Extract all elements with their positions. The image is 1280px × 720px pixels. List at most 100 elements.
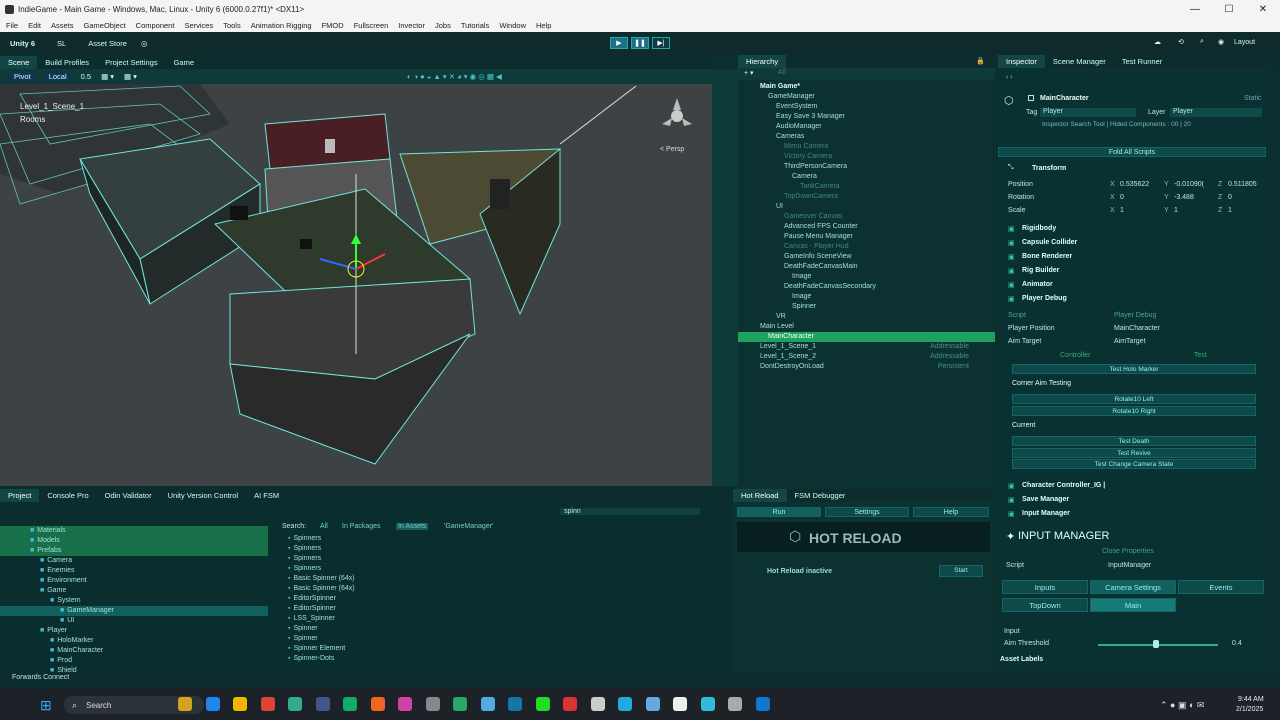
taskbar-app-icon[interactable]: [288, 697, 302, 711]
hierarchy-row[interactable]: Image: [738, 272, 995, 282]
taskbar-app-icon[interactable]: [233, 697, 247, 711]
controller-tab[interactable]: Controller: [1060, 352, 1090, 359]
taskbar-app-icon[interactable]: [755, 697, 770, 711]
hierarchy-row[interactable]: Gameover Canvas: [738, 212, 995, 222]
test-death-button[interactable]: Test Death: [1012, 436, 1256, 446]
project-folder[interactable]: ■ Game: [0, 586, 268, 596]
windows-start-icon[interactable]: ⊞: [40, 697, 52, 714]
tab-fsm-debugger[interactable]: FSM Debugger: [787, 489, 854, 502]
asset-labels[interactable]: Asset Labels: [1000, 656, 1043, 663]
project-folder[interactable]: ■ UI: [0, 616, 268, 626]
project-search-input[interactable]: spinn: [560, 508, 700, 515]
hierarchy-row[interactable]: Level_1_Scene_1 Addressable: [738, 342, 995, 352]
hierarchy-row[interactable]: Cameras: [738, 132, 995, 142]
project-file[interactable]: ▪ EditorSpinner: [288, 604, 708, 614]
back-icon[interactable]: ‹ ›: [1006, 74, 1013, 81]
project-file[interactable]: ▪ Spinners: [288, 544, 708, 554]
layer-dropdown[interactable]: Player: [1170, 108, 1262, 117]
project-file[interactable]: ▪ LSS_Spinner: [288, 614, 708, 624]
hierarchy-row[interactable]: GameManager: [738, 92, 995, 102]
asset-store-button[interactable]: Asset Store: [88, 39, 127, 48]
hot-reload-help-button[interactable]: Help: [913, 507, 989, 517]
input-manager-script-field[interactable]: InputManager: [1108, 562, 1151, 569]
transform-rz-field[interactable]: 0: [1228, 194, 1268, 201]
step-button[interactable]: ▶|: [652, 37, 670, 49]
minimize-button[interactable]: —: [1178, 0, 1212, 19]
taskbar-app-icon[interactable]: [645, 697, 660, 711]
menu-item-jobs[interactable]: Jobs: [435, 21, 451, 30]
maximize-button[interactable]: ☐: [1212, 0, 1246, 19]
component-header[interactable]: Bone Renderer: [1022, 253, 1072, 260]
taskbar-app-icon[interactable]: [425, 697, 440, 711]
tab-inputs[interactable]: Inputs: [1002, 580, 1088, 594]
component-header[interactable]: Player Debug: [1022, 295, 1067, 302]
project-file[interactable]: ▪ Basic Spinner (64x): [288, 584, 708, 594]
project-folder[interactable]: ■ Prefabs: [0, 546, 268, 556]
fold-all-scripts-button[interactable]: Fold All Scripts: [998, 147, 1266, 157]
tab-project-settings[interactable]: Project Settings: [97, 56, 166, 69]
tab-camera-settings[interactable]: Camera Settings: [1090, 580, 1176, 594]
menu-item-fullscreen[interactable]: Fullscreen: [354, 21, 389, 30]
hierarchy-row[interactable]: AudioManager: [738, 122, 995, 132]
script-field[interactable]: Player Debug: [1114, 312, 1156, 319]
aim-threshold-value[interactable]: 0.4: [1232, 640, 1242, 647]
taskbar-app-icon[interactable]: [453, 697, 467, 711]
hierarchy-row[interactable]: Advanced FPS Counter: [738, 222, 995, 232]
hierarchy-row[interactable]: Menu Camera: [738, 142, 995, 152]
project-folder[interactable]: ■ Player: [0, 626, 268, 636]
hierarchy-row[interactable]: EventSystem: [738, 102, 995, 112]
transform-sy-field[interactable]: 1: [1174, 207, 1214, 214]
hierarchy-row[interactable]: Easy Save 3 Manager: [738, 112, 995, 122]
tab-project[interactable]: Project: [0, 489, 40, 502]
menu-item-tools[interactable]: Tools: [223, 21, 241, 30]
transform-ry-field[interactable]: -3.488: [1174, 194, 1214, 201]
object-active-checkbox[interactable]: [1028, 95, 1038, 102]
project-folder[interactable]: ■ GameManager: [0, 606, 268, 616]
transform-header[interactable]: Transform: [1032, 165, 1066, 172]
player-position-field[interactable]: MainCharacter: [1114, 325, 1160, 332]
component-header[interactable]: Save Manager: [1022, 496, 1069, 503]
project-file[interactable]: ▪ Spinners: [288, 564, 708, 574]
transform-py-field[interactable]: -0.01090(: [1174, 181, 1214, 188]
close-properties-button[interactable]: Close Properties: [1102, 548, 1154, 555]
taskbar-app-icon[interactable]: [618, 697, 632, 711]
search-filter-0[interactable]: All: [320, 523, 328, 530]
unity-account-button[interactable]: Unity 6: [10, 39, 35, 48]
snap-value[interactable]: 0.5: [81, 72, 91, 81]
search-filter-3[interactable]: 'GameManager': [444, 523, 493, 530]
hot-reload-settings-button[interactable]: Settings: [825, 507, 909, 517]
menu-item-edit[interactable]: Edit: [28, 21, 41, 30]
taskbar-app-icon[interactable]: [260, 697, 275, 711]
test-tab[interactable]: Test: [1194, 352, 1207, 359]
add-icon[interactable]: + ▾: [744, 69, 754, 77]
local-dropdown[interactable]: Local: [44, 72, 71, 81]
project-file[interactable]: ▪ Spinner-Dots: [288, 654, 708, 664]
clock-date[interactable]: 2/1/2025: [1236, 706, 1263, 713]
project-file[interactable]: ▪ Spinner Element: [288, 644, 708, 654]
close-button[interactable]: ✕: [1246, 0, 1280, 19]
project-folder[interactable]: ■ Environment: [0, 576, 268, 586]
hierarchy-row[interactable]: Spinner: [738, 302, 995, 312]
test-holo-marker-button[interactable]: Test Holo Marker: [1012, 364, 1256, 374]
transform-sx-field[interactable]: 1: [1120, 207, 1160, 214]
hierarchy-row[interactable]: TankCamera: [738, 182, 995, 192]
grid-snap-icon[interactable]: ▦ ▾: [101, 72, 114, 81]
transform-rx-field[interactable]: 0: [1120, 194, 1160, 201]
hierarchy-row[interactable]: DeathFadeCanvasMain: [738, 262, 995, 272]
layers-icon[interactable]: ◉: [1218, 38, 1224, 46]
hierarchy-row[interactable]: ThirdPersonCamera: [738, 162, 995, 172]
hierarchy-row[interactable]: Main Game*: [738, 82, 995, 92]
component-header[interactable]: Input Manager: [1022, 510, 1070, 517]
project-folder[interactable]: ■ MainCharacter: [0, 646, 268, 656]
menu-item-gameobject[interactable]: GameObject: [84, 21, 126, 30]
menu-item-tutorials[interactable]: Tutorials: [461, 21, 489, 30]
component-header[interactable]: Capsule Collider: [1022, 239, 1077, 246]
taskbar-app-icon[interactable]: [728, 697, 742, 711]
component-header[interactable]: Rig Builder: [1022, 267, 1059, 274]
test-revive-button[interactable]: Test Revive: [1012, 448, 1256, 458]
taskbar-app-icon[interactable]: [205, 697, 220, 711]
orientation-gizmo[interactable]: [660, 96, 694, 130]
test-camera-state-button[interactable]: Test Change Camera State: [1012, 459, 1256, 469]
hierarchy-row[interactable]: Victory Camera: [738, 152, 995, 162]
menu-item-file[interactable]: File: [6, 21, 18, 30]
